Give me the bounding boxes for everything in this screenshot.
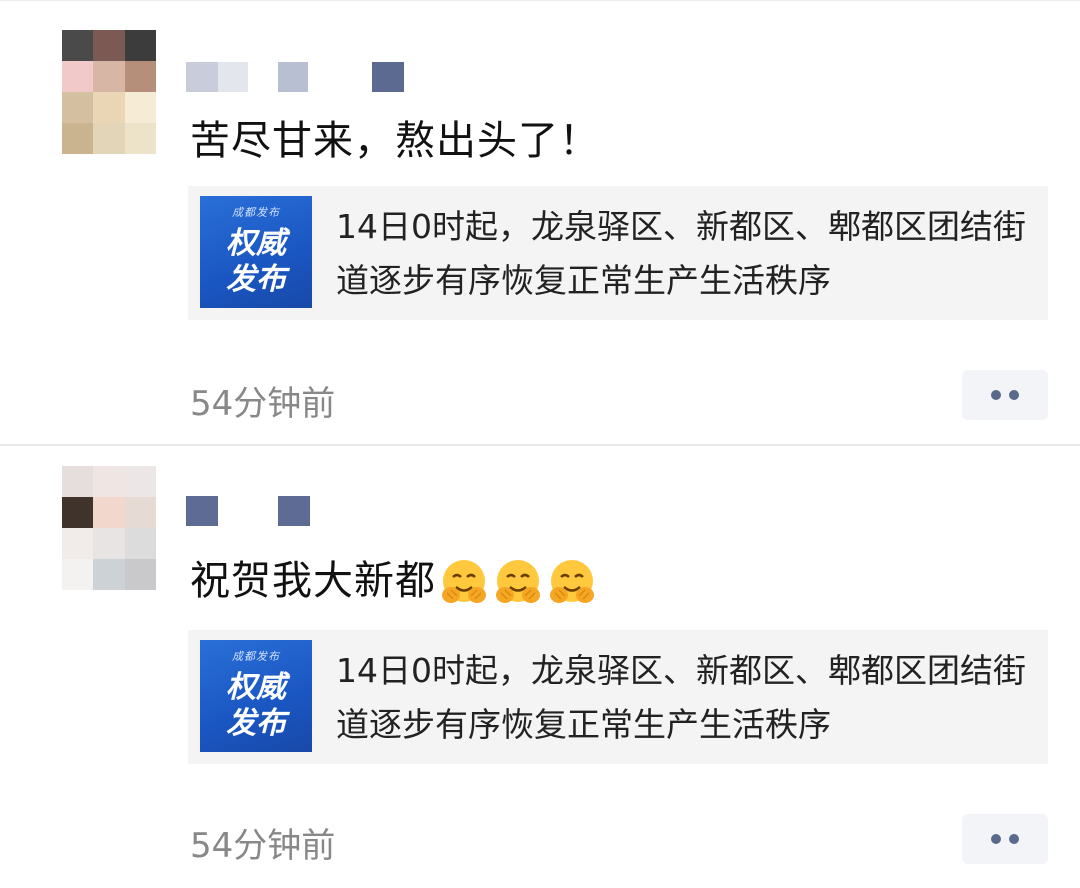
- hug-emoji-icon: [496, 560, 540, 603]
- shared-link-card[interactable]: 成都发布 权威 发布 14日0时起，龙泉驿区、新都区、郫都区团结街道逐步有序恢复…: [188, 630, 1048, 764]
- post-item: 苦尽甘来，熬出头了！ 成都发布 权威 发布 14日0时起，龙泉驿区、新都区、郫都…: [0, 0, 1080, 444]
- thumbnail-source-label: 成都发布: [232, 206, 280, 219]
- post-timestamp: 54分钟前: [190, 826, 336, 866]
- moments-feed: 苦尽甘来，熬出头了！ 成都发布 权威 发布 14日0时起，龙泉驿区、新都区、郫都…: [0, 0, 1080, 888]
- thumbnail-title: 权威 发布: [200, 226, 312, 298]
- avatar[interactable]: [62, 30, 156, 154]
- more-actions-button[interactable]: [962, 814, 1048, 864]
- shared-link-card[interactable]: 成都发布 权威 发布 14日0时起，龙泉驿区、新都区、郫都区团结街道逐步有序恢复…: [188, 186, 1048, 320]
- post-text-content: 苦尽甘来，熬出头了！: [190, 118, 600, 164]
- thumbnail-line-2: 发布: [226, 262, 286, 297]
- link-title: 14日0时起，龙泉驿区、新都区、郫都区团结街道逐步有序恢复正常生产生活秩序: [336, 207, 1026, 300]
- avatar[interactable]: [62, 466, 156, 590]
- thumbnail-line-1: 权威: [226, 226, 286, 261]
- post-text-content: 祝贺我大新都: [190, 558, 436, 604]
- more-dots-icon: [1009, 390, 1019, 400]
- thumbnail-line-2: 发布: [226, 706, 286, 741]
- link-thumbnail: 成都发布 权威 发布: [200, 196, 312, 308]
- hug-emoji-icon: [442, 560, 486, 603]
- more-dots-icon: [991, 390, 1001, 400]
- post-text: 祝贺我大新都: [190, 548, 600, 609]
- emoji-row: [438, 557, 600, 609]
- thumbnail-line-1: 权威: [226, 670, 286, 705]
- post-item: 祝贺我大新都 成都发布 权威 发布 14日0时起，龙泉驿区、新都区、郫都区团结街…: [0, 444, 1080, 888]
- link-thumbnail: 成都发布 权威 发布: [200, 640, 312, 752]
- link-title: 14日0时起，龙泉驿区、新都区、郫都区团结街道逐步有序恢复正常生产生活秩序: [336, 651, 1026, 744]
- more-dots-icon: [1009, 834, 1019, 844]
- thumbnail-source-label: 成都发布: [232, 650, 280, 663]
- hug-emoji-icon: [550, 560, 594, 603]
- thumbnail-title: 权威 发布: [200, 670, 312, 742]
- more-dots-icon: [991, 834, 1001, 844]
- more-actions-button[interactable]: [962, 370, 1048, 420]
- post-text: 苦尽甘来，熬出头了！: [190, 108, 600, 166]
- post-timestamp: 54分钟前: [190, 384, 336, 424]
